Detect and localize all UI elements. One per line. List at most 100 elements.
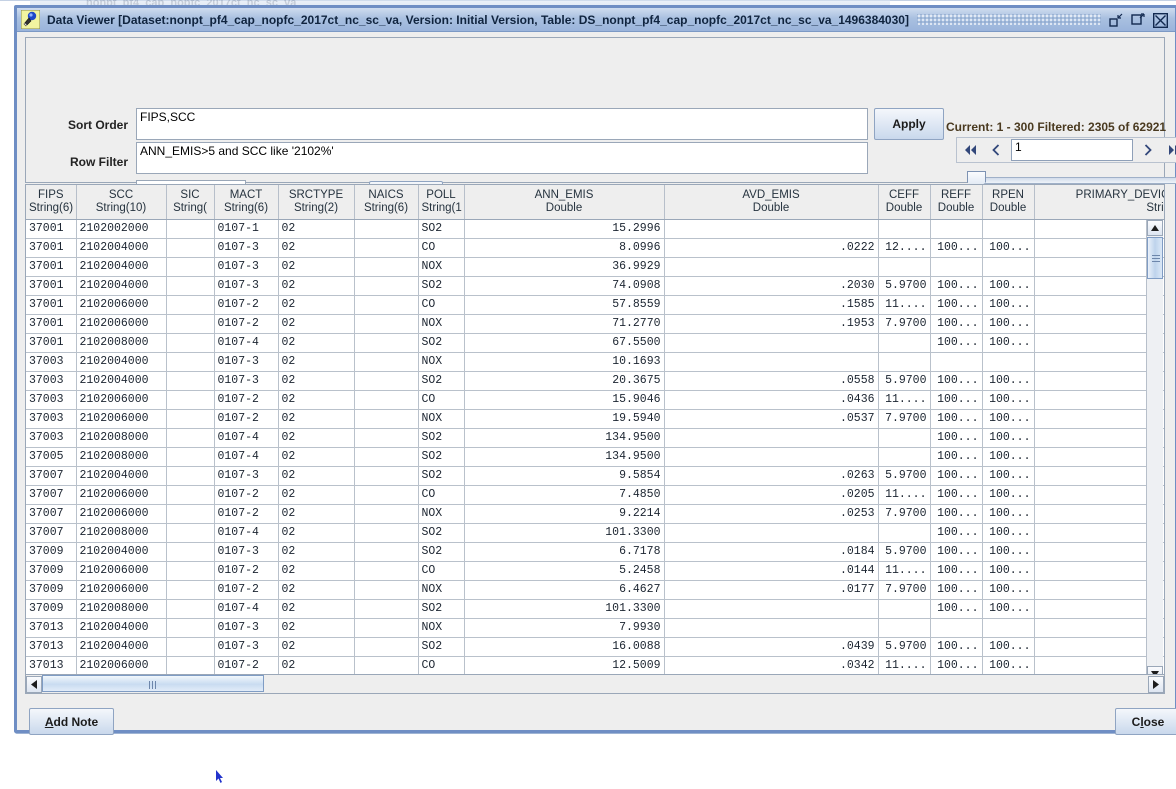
cell-ann_emis[interactable]: 36.9929 <box>464 257 665 277</box>
cell-sic[interactable] <box>166 466 215 486</box>
cell-ceff[interactable]: 5.9700 <box>878 542 931 562</box>
cell-avd_emis[interactable]: .0263 <box>664 466 879 486</box>
cell-srctype[interactable]: 02 <box>278 238 355 258</box>
cell-ceff[interactable] <box>878 447 931 467</box>
cell-naics[interactable] <box>354 656 419 676</box>
horizontal-scroll-track[interactable] <box>42 675 1148 693</box>
cell-sic[interactable] <box>166 371 215 391</box>
table-row[interactable]: 37009 2102006000 0107-2 02 NOX 6.4627.0177 7.9… <box>26 580 1164 600</box>
cell-srctype[interactable]: 02 <box>278 656 355 676</box>
table-row[interactable]: 37007 2102008000 0107-4 02 SO2 101.3300 100...… <box>26 523 1164 543</box>
cell-naics[interactable] <box>354 219 419 239</box>
cell-avd_emis[interactable] <box>664 618 879 638</box>
cell-ann_emis[interactable]: 5.2458 <box>464 561 665 581</box>
cell-srctype[interactable]: 02 <box>278 637 355 657</box>
cell-ann_emis[interactable]: 101.3300 <box>464 523 665 543</box>
cell-reff[interactable]: 100... <box>930 238 983 258</box>
column-header-reff[interactable]: REFF Double <box>930 185 983 220</box>
cell-poll[interactable]: NOX <box>418 504 465 524</box>
cell-ceff[interactable]: 5.9700 <box>878 466 931 486</box>
cell-ann_emis[interactable]: 67.5500 <box>464 333 665 353</box>
cell-mact[interactable]: 0107-2 <box>214 504 279 524</box>
cell-poll[interactable]: SO2 <box>418 447 465 467</box>
cell-fips[interactable]: 37005 <box>26 447 77 467</box>
horizontal-scroll-thumb[interactable] <box>42 675 264 692</box>
cell-avd_emis[interactable] <box>664 428 879 448</box>
cell-ann_emis[interactable]: 71.2770 <box>464 314 665 334</box>
cell-poll[interactable]: NOX <box>418 314 465 334</box>
cell-poll[interactable]: SO2 <box>418 466 465 486</box>
cell-rpen[interactable]: 100... <box>982 447 1035 467</box>
column-header-mact[interactable]: MACT String(6) <box>214 185 279 220</box>
cell-mact[interactable]: 0107-2 <box>214 656 279 676</box>
cell-avd_emis[interactable]: .0537 <box>664 409 879 429</box>
close-icon[interactable] <box>1153 12 1168 28</box>
cell-fips[interactable]: 37001 <box>26 295 77 315</box>
cell-naics[interactable] <box>354 504 419 524</box>
cell-srctype[interactable]: 02 <box>278 352 355 372</box>
cell-fips[interactable]: 37003 <box>26 352 77 372</box>
cell-poll[interactable]: SO2 <box>418 219 465 239</box>
cell-naics[interactable] <box>354 276 419 296</box>
table-row[interactable]: 37001 2102004000 0107-3 02 SO2 74.0908.2030 5.… <box>26 276 1164 296</box>
cell-poll[interactable]: NOX <box>418 580 465 600</box>
cell-reff[interactable]: 100... <box>930 371 983 391</box>
table-row[interactable]: 37007 2102006000 0107-2 02 CO 7.4850.0205 11..… <box>26 485 1164 505</box>
cell-fips[interactable]: 37003 <box>26 390 77 410</box>
cell-poll[interactable]: CO <box>418 390 465 410</box>
cell-rpen[interactable] <box>982 219 1035 239</box>
cell-reff[interactable]: 100... <box>930 333 983 353</box>
cell-avd_emis[interactable]: .0177 <box>664 580 879 600</box>
cell-avd_emis[interactable]: .0222 <box>664 238 879 258</box>
cell-naics[interactable] <box>354 523 419 543</box>
cell-fips[interactable]: 37001 <box>26 333 77 353</box>
cell-naics[interactable] <box>354 637 419 657</box>
cell-fips[interactable]: 37009 <box>26 542 77 562</box>
cell-ann_emis[interactable]: 134.9500 <box>464 428 665 448</box>
cell-poll[interactable]: SO2 <box>418 542 465 562</box>
cell-ann_emis[interactable]: 15.2996 <box>464 219 665 239</box>
window-titlebar[interactable]: Data Viewer [Dataset:nonpt_pf4_cap_nopfc… <box>17 8 1175 32</box>
cell-scc[interactable]: 2102004000 <box>76 238 167 258</box>
column-header-scc[interactable]: SCC String(10) <box>76 185 167 220</box>
cell-mact[interactable]: 0107-3 <box>214 352 279 372</box>
cell-reff[interactable]: 100... <box>930 447 983 467</box>
cell-fips[interactable]: 37007 <box>26 485 77 505</box>
cell-fips[interactable]: 37003 <box>26 428 77 448</box>
row-filter-input[interactable]: ANN_EMIS>5 and SCC like '2102%' <box>136 142 868 174</box>
add-note-button[interactable]: Add Note <box>29 708 114 735</box>
table-row[interactable]: 37003 2102008000 0107-4 02 SO2 134.9500 100...… <box>26 428 1164 448</box>
cell-fips[interactable]: 37003 <box>26 409 77 429</box>
cell-ceff[interactable]: 5.9700 <box>878 371 931 391</box>
cell-scc[interactable]: 2102004000 <box>76 257 167 277</box>
cell-ceff[interactable] <box>878 352 931 372</box>
cell-reff[interactable] <box>930 618 983 638</box>
cell-naics[interactable] <box>354 599 419 619</box>
cell-fips[interactable]: 37001 <box>26 314 77 334</box>
cell-sic[interactable] <box>166 295 215 315</box>
cell-poll[interactable]: SO2 <box>418 371 465 391</box>
cell-srctype[interactable]: 02 <box>278 580 355 600</box>
cell-ceff[interactable]: 11.... <box>878 485 931 505</box>
cell-fips[interactable]: 37009 <box>26 561 77 581</box>
table-row[interactable]: 37001 2102002000 0107-1 02 SO2 15.2996 <box>26 219 1164 239</box>
cell-naics[interactable] <box>354 295 419 315</box>
cell-reff[interactable]: 100... <box>930 561 983 581</box>
horizontal-scrollbar[interactable] <box>25 674 1165 694</box>
cell-scc[interactable]: 2102006000 <box>76 656 167 676</box>
cell-scc[interactable]: 2102004000 <box>76 276 167 296</box>
cell-poll[interactable]: CO <box>418 561 465 581</box>
cell-mact[interactable]: 0107-3 <box>214 238 279 258</box>
cell-sic[interactable] <box>166 580 215 600</box>
cell-poll[interactable]: SO2 <box>418 523 465 543</box>
cell-poll[interactable]: SO2 <box>418 333 465 353</box>
cell-scc[interactable]: 2102008000 <box>76 523 167 543</box>
table-row[interactable]: 37009 2102006000 0107-2 02 CO 5.2458.0144 11..… <box>26 561 1164 581</box>
cell-naics[interactable] <box>354 618 419 638</box>
column-header-sic[interactable]: SIC String( <box>166 185 215 220</box>
cell-rpen[interactable]: 100... <box>982 390 1035 410</box>
next-page-icon[interactable] <box>1135 138 1161 162</box>
cell-avd_emis[interactable] <box>664 352 879 372</box>
cell-mact[interactable]: 0107-2 <box>214 390 279 410</box>
cell-ceff[interactable] <box>878 257 931 277</box>
